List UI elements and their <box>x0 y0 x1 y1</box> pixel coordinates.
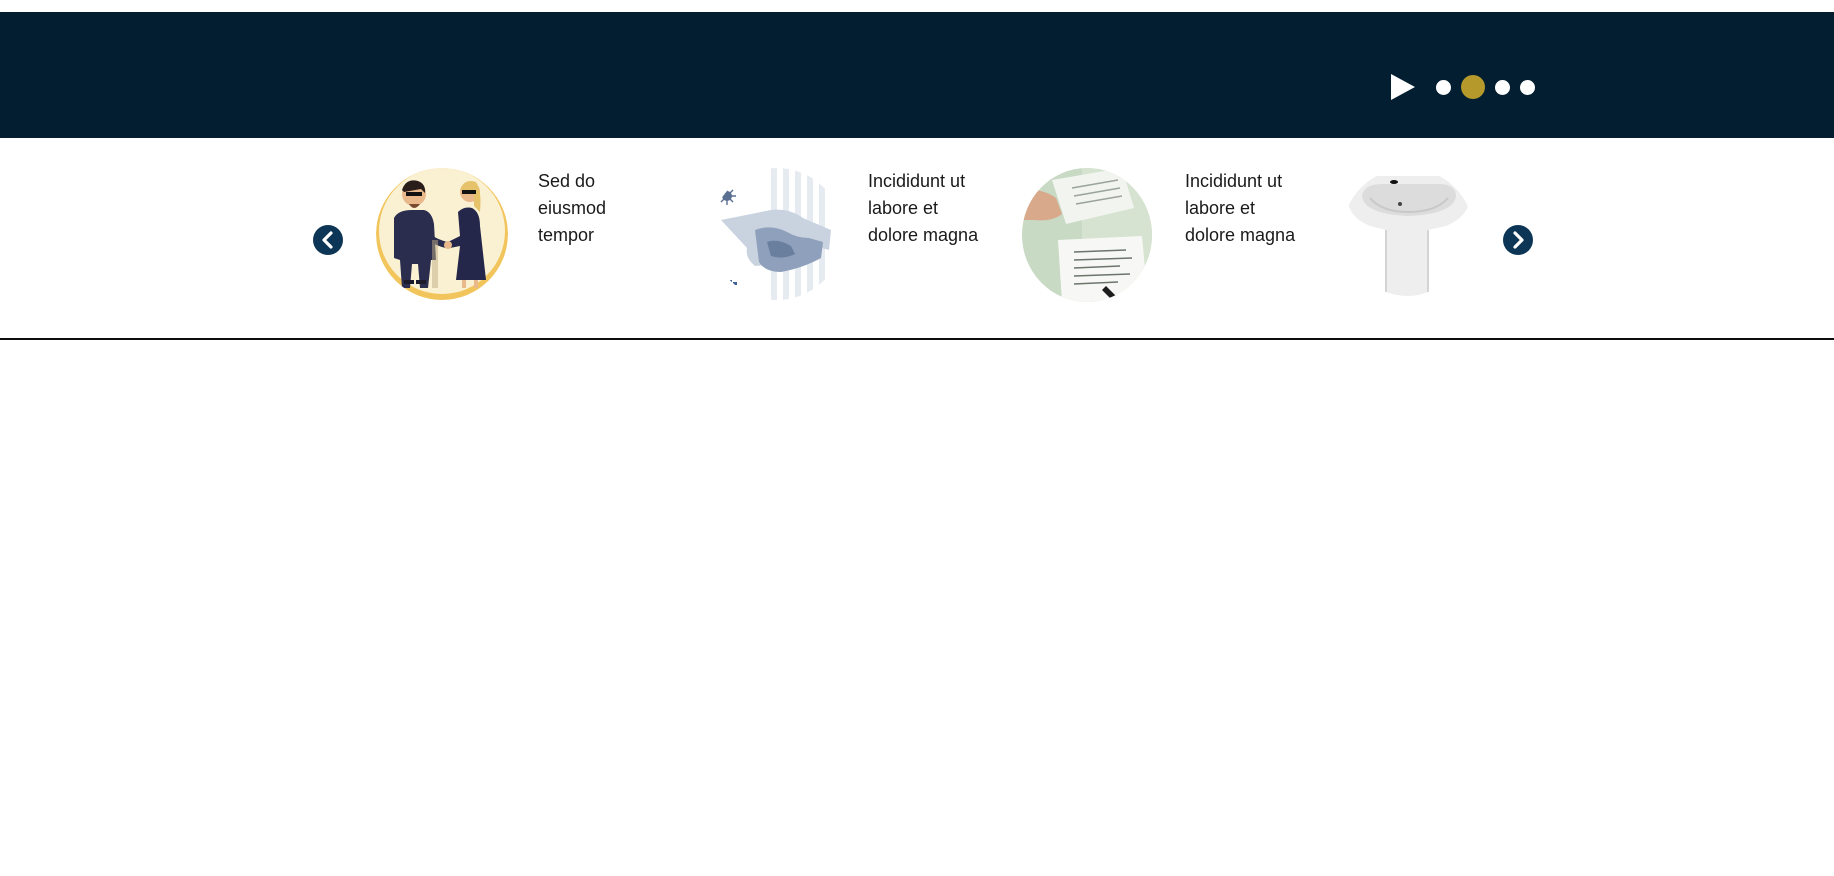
chevron-left-icon <box>322 231 333 249</box>
handshake-photo <box>711 168 843 300</box>
carousel-item-2-caption: Incididunt ut labore et dolore magna <box>868 171 979 245</box>
play-button[interactable] <box>1391 74 1415 100</box>
slide-dot-4[interactable] <box>1520 79 1535 95</box>
slide-dot-1[interactable] <box>1436 79 1451 95</box>
carousel-item-3-caption: Incididunt ut labore et dolore magna <box>1185 171 1296 245</box>
carousel-item-4[interactable] <box>1342 168 1482 308</box>
carousel-item-2[interactable]: Incididunt ut labore et dolore magna <box>711 168 981 308</box>
carousel-item-1[interactable]: Sed do eiusmod tempor <box>376 168 646 308</box>
chevron-right-icon <box>1513 231 1524 249</box>
carousel-item-3[interactable]: Incididunt ut labore et dolore magna <box>1022 168 1295 308</box>
banner <box>0 12 1834 138</box>
business-handshake-illustration <box>376 168 508 300</box>
slide-dot-2-active[interactable] <box>1461 75 1485 99</box>
contract-signing-photo <box>1022 168 1152 302</box>
slide-dot-3[interactable] <box>1495 79 1510 95</box>
carousel-prev-button[interactable] <box>313 225 343 255</box>
washbasin-photo <box>1342 168 1474 300</box>
carousel-next-button[interactable] <box>1503 225 1533 255</box>
slider-pagination <box>1436 75 1545 99</box>
play-icon <box>1391 74 1415 100</box>
image-carousel: Sed do eiusmod tempor Incididunt ut labo… <box>0 138 1834 340</box>
carousel-item-1-caption: Sed do eiusmod tempor <box>538 171 607 245</box>
